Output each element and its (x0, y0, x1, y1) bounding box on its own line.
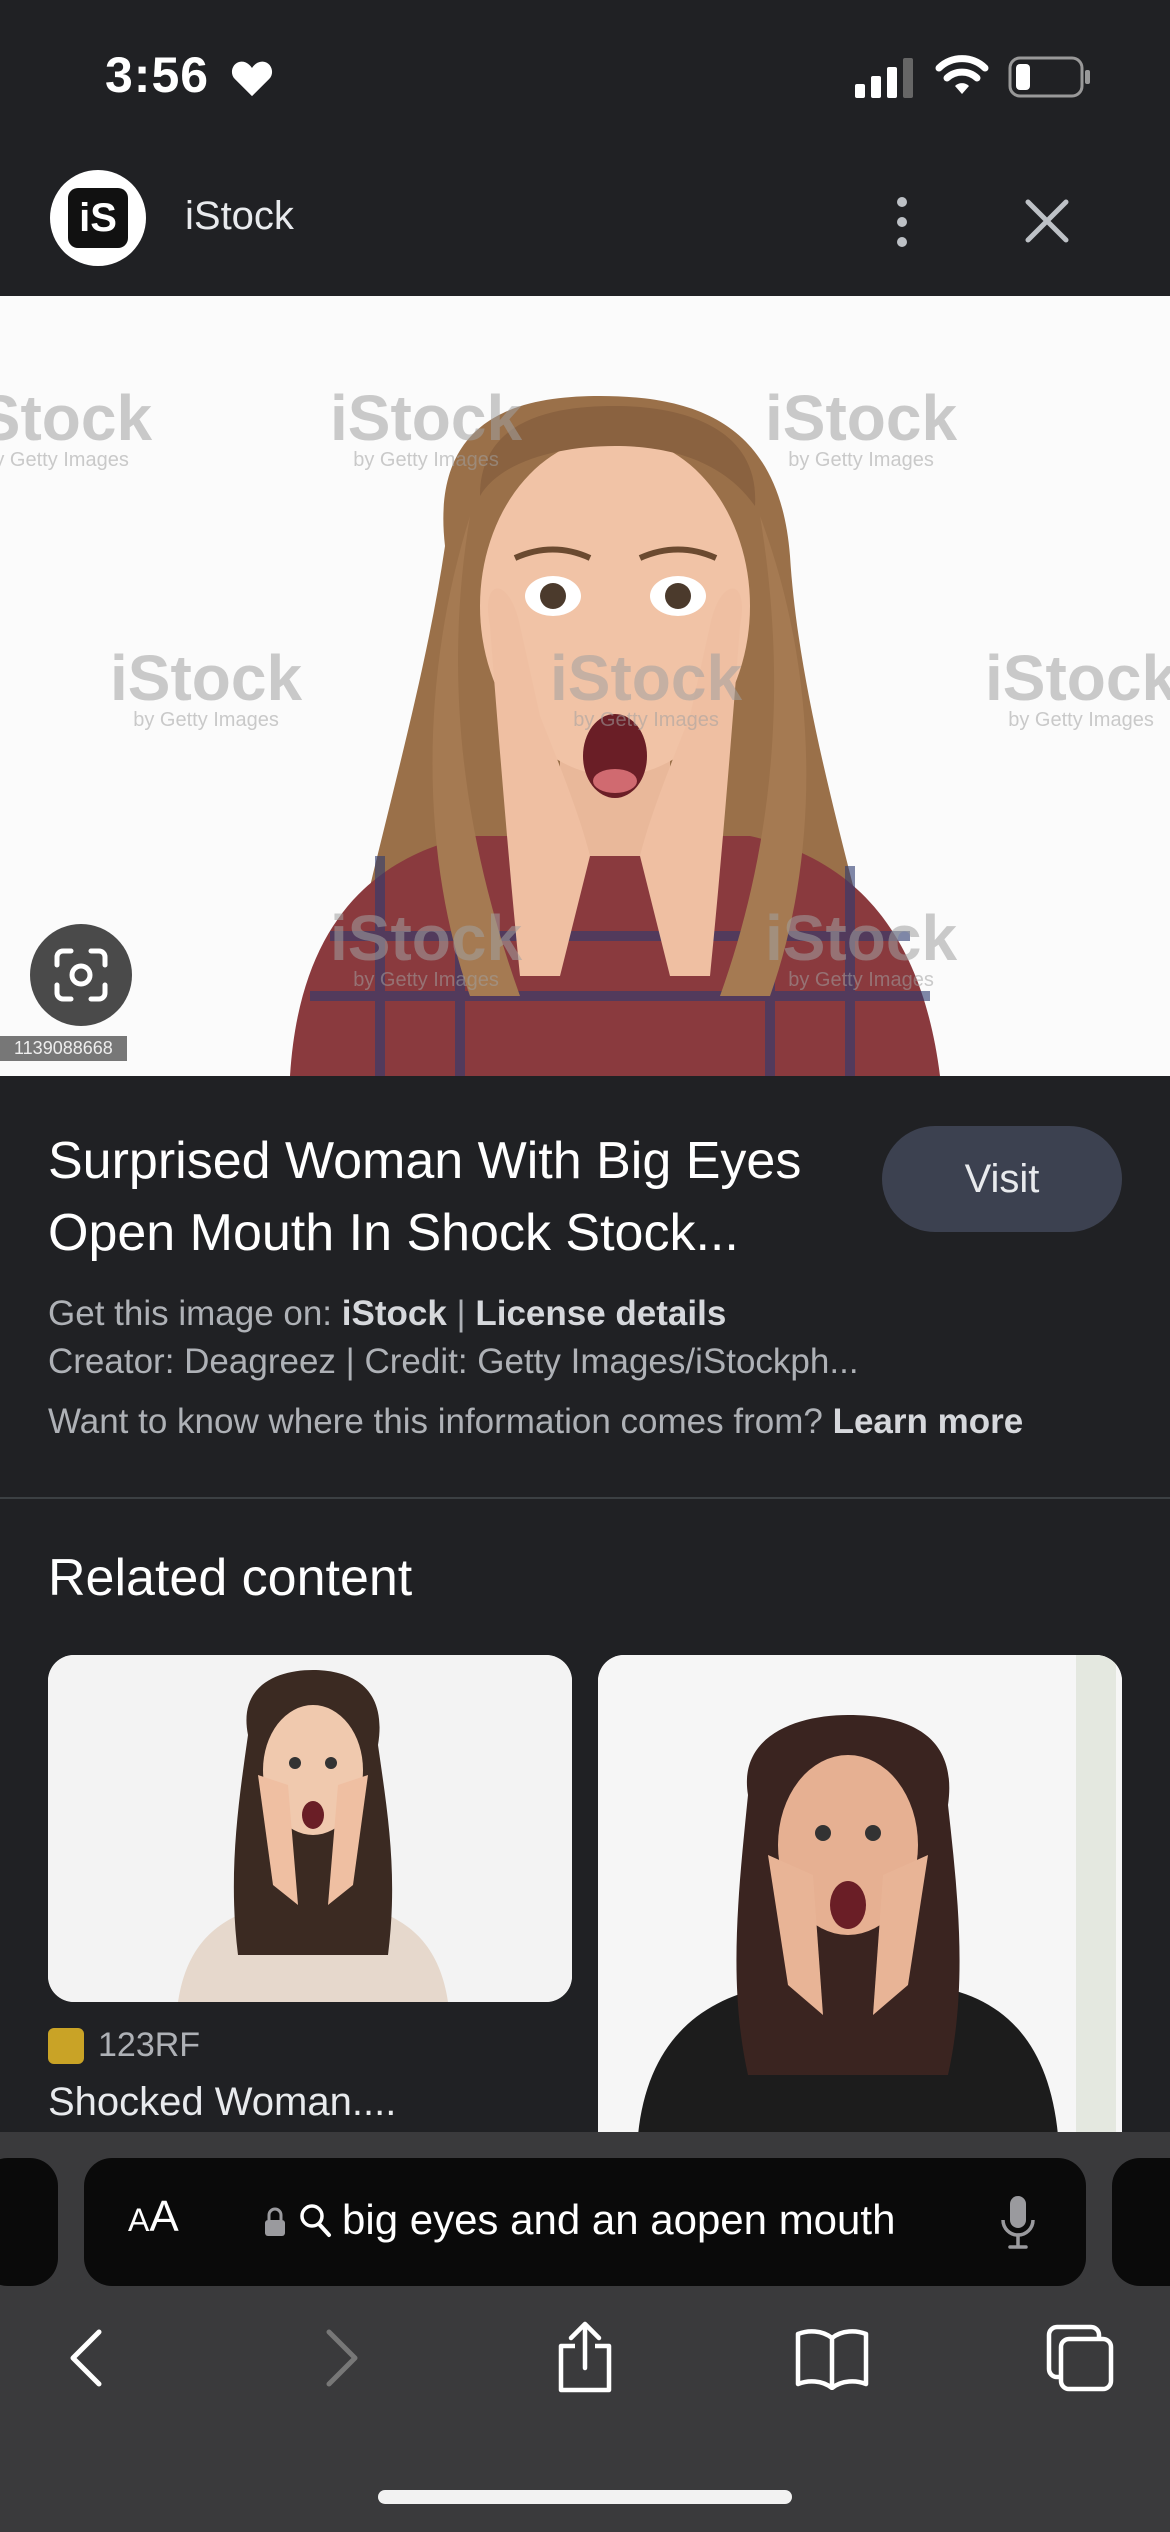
page-settings-button[interactable]: AA (128, 2192, 179, 2242)
address-bar[interactable]: AA big eyes and an aopen mouth (84, 2158, 1086, 2286)
result-title[interactable]: Surprised Woman With Big Eyes Open Mouth… (48, 1125, 878, 1269)
cellular-signal-icon (855, 58, 913, 98)
watermark: iStockby Getty Images (110, 642, 303, 731)
status-bar: 3:56 (0, 0, 1170, 150)
wifi-icon (935, 55, 989, 94)
heart-icon (231, 61, 273, 97)
related-title[interactable]: Shocked Woman.... (48, 2080, 396, 2125)
address-text[interactable]: big eyes and an aopen mouth (342, 2196, 895, 2244)
divider (0, 1497, 1170, 1499)
search-icon (300, 2204, 331, 2237)
share-icon (558, 2321, 612, 2393)
back-button[interactable] (48, 2318, 128, 2398)
source-favicon-icon (48, 2027, 84, 2064)
related-heading: Related content (48, 1549, 413, 1607)
site-logo-text: iS (68, 188, 128, 248)
watermark: iStockby Getty Images (550, 642, 743, 731)
next-tab-preview[interactable] (1112, 2158, 1170, 2286)
microphone-icon[interactable] (998, 2192, 1038, 2252)
related-photo (48, 1655, 572, 2002)
related-source: 123RF (48, 2026, 200, 2065)
more-vertical-icon[interactable] (880, 190, 924, 254)
watermark: iStockby Getty Images (765, 902, 958, 991)
status-time: 3:56 (105, 47, 210, 103)
back-icon (70, 2329, 102, 2387)
tabs-icon (1046, 2324, 1114, 2392)
bookmarks-icon (795, 2329, 869, 2390)
info-question-line: Want to know where this information come… (48, 1402, 1024, 1441)
close-icon[interactable] (1020, 194, 1074, 248)
site-logo[interactable]: iS (50, 170, 146, 266)
creator-line: Creator: Deagreez | Credit: Getty Images… (48, 1342, 859, 1381)
lens-search-icon (54, 948, 108, 1002)
forward-icon (326, 2329, 358, 2387)
bookmarks-button[interactable] (792, 2318, 872, 2398)
watermark: iStockby Getty Images (330, 902, 523, 991)
previous-tab-preview[interactable] (0, 2158, 58, 2286)
watermark: iStockby Getty Images (985, 642, 1170, 731)
visit-button[interactable]: Visit (882, 1126, 1122, 1232)
related-photo (598, 1655, 1122, 2135)
related-image-card[interactable] (48, 1655, 572, 2002)
source-name: 123RF (98, 2026, 201, 2064)
watermark: iStockby Getty Images (0, 382, 153, 471)
related-image-card[interactable] (598, 1655, 1122, 2135)
lock-icon (265, 2207, 285, 2236)
watermark: iStockby Getty Images (765, 382, 958, 471)
lens-search-button[interactable] (30, 924, 132, 1026)
tabs-button[interactable] (1040, 2318, 1120, 2398)
license-details-link[interactable]: License details (475, 1294, 726, 1333)
home-indicator[interactable] (378, 2490, 792, 2504)
source-link[interactable]: iStock (342, 1294, 447, 1333)
main-image[interactable]: iStockby Getty Images iStockby Getty Ima… (0, 296, 1170, 1076)
site-name[interactable]: iStock (185, 194, 294, 239)
image-id: 1139088668 (0, 1036, 127, 1061)
share-button[interactable] (545, 2318, 625, 2398)
watermark: iStockby Getty Images (330, 382, 523, 471)
forward-button[interactable] (300, 2318, 380, 2398)
learn-more-link[interactable]: Learn more (833, 1402, 1024, 1441)
header: iS iStock (0, 150, 1170, 296)
battery-icon (1008, 56, 1090, 98)
get-image-line: Get this image on: iStock | License deta… (48, 1294, 727, 1333)
